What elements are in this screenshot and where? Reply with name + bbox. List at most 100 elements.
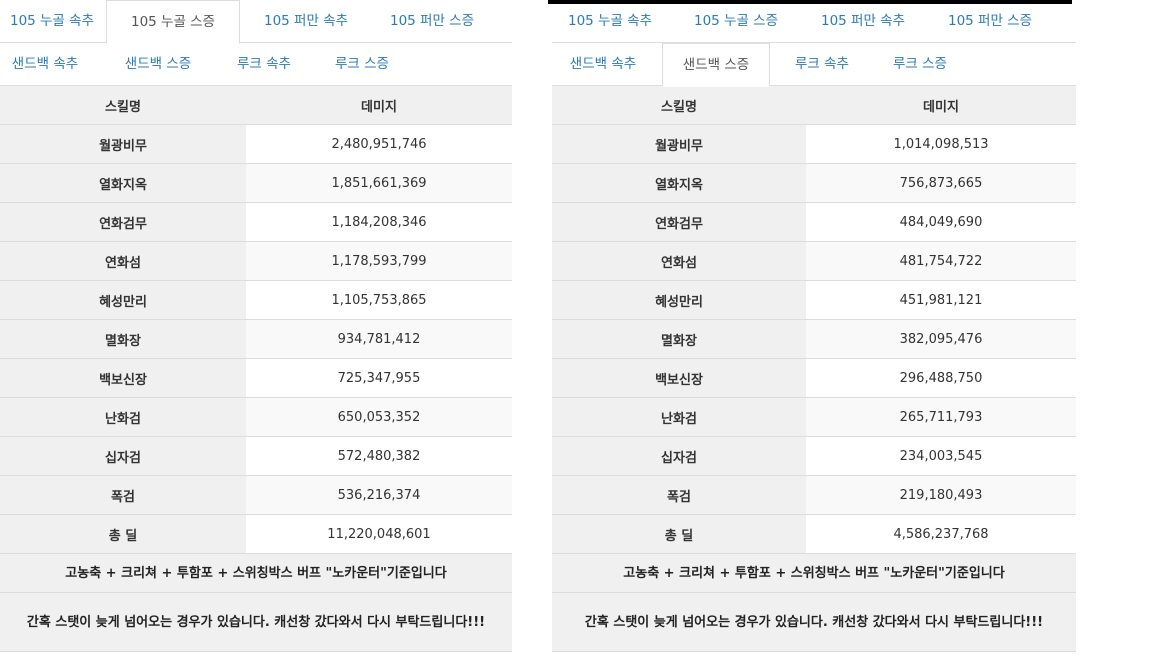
col-header-skill: 스킬명 bbox=[0, 86, 246, 125]
damage-value: 650,053,352 bbox=[246, 397, 512, 437]
skill-name: 백보신장 bbox=[0, 358, 246, 398]
damage-value: 572,480,382 bbox=[246, 436, 512, 476]
damage-value: 1,851,661,369 bbox=[246, 163, 512, 203]
table-row: 혜성만리 1,105,753,865 bbox=[0, 280, 512, 320]
tab-sandbag-sokchu[interactable]: 샌드백 속추 bbox=[0, 43, 90, 86]
tab-row-1: 105 누골 속추 105 누골 스증 105 퍼만 속추 105 퍼만 스증 bbox=[552, 0, 1076, 43]
tab-ruke-seujeung[interactable]: 루크 스증 bbox=[320, 43, 404, 86]
stat-delay-note: 간혹 스탯이 늦게 넘어오는 경우가 있습니다. 캐선창 갔다와서 다시 부탁드… bbox=[0, 592, 512, 652]
skill-name: 열화지옥 bbox=[0, 163, 246, 203]
table-header-row: 스킬명 데미지 bbox=[552, 86, 1076, 125]
skill-name: 백보신장 bbox=[552, 358, 806, 398]
tab-105-nugol-sokchu[interactable]: 105 누골 속추 bbox=[4, 0, 100, 43]
total-label: 총 딜 bbox=[0, 514, 246, 554]
tab-row-2: 샌드백 속추 샌드백 스증 루크 속추 루크 스증 bbox=[552, 43, 1076, 87]
damage-value: 265,711,793 bbox=[806, 397, 1076, 437]
damage-value: 1,105,753,865 bbox=[246, 280, 512, 320]
tab-105-pomman-seujeung[interactable]: 105 퍼만 스증 bbox=[932, 0, 1048, 43]
skill-name: 월광비무 bbox=[0, 124, 246, 164]
damage-value: 296,488,750 bbox=[806, 358, 1076, 398]
note-row: 간혹 스탯이 늦게 넘어오는 경우가 있습니다. 캐선창 갔다와서 다시 부탁드… bbox=[0, 592, 512, 652]
buff-note: 고농축 + 크리쳐 + 투함포 + 스위칭박스 버프 "노카운터"기준입니다 bbox=[552, 553, 1076, 593]
total-row: 총 딜 4,586,237,768 bbox=[552, 514, 1076, 554]
col-header-damage: 데미지 bbox=[246, 86, 512, 125]
table-row: 월광비무 1,014,098,513 bbox=[552, 124, 1076, 164]
table-header-row: 스킬명 데미지 bbox=[0, 86, 512, 125]
skill-name: 멸화장 bbox=[552, 319, 806, 359]
skill-name: 연화섬 bbox=[552, 241, 806, 281]
damage-value: 484,049,690 bbox=[806, 202, 1076, 242]
skill-name: 연화섬 bbox=[0, 241, 246, 281]
left-damage-panel: 105 누골 속추 105 누골 스증 105 퍼만 속추 105 퍼만 스증 … bbox=[0, 0, 512, 652]
table-row: 열화지옥 756,873,665 bbox=[552, 163, 1076, 203]
skill-name: 폭검 bbox=[552, 475, 806, 515]
table-row: 십자검 572,480,382 bbox=[0, 436, 512, 476]
tab-105-nugol-sokchu[interactable]: 105 누골 속추 bbox=[558, 0, 662, 43]
damage-value: 2,480,951,746 bbox=[246, 124, 512, 164]
tab-ruke-seujeung[interactable]: 루크 스증 bbox=[878, 43, 962, 86]
damage-value: 1,014,098,513 bbox=[806, 124, 1076, 164]
total-row: 총 딜 11,220,048,601 bbox=[0, 514, 512, 554]
tab-105-pomman-sokchu[interactable]: 105 퍼만 속추 bbox=[250, 0, 362, 43]
tab-105-pomman-sokchu[interactable]: 105 퍼만 속추 bbox=[808, 0, 918, 43]
tab-ruke-sokchu[interactable]: 루크 속추 bbox=[222, 43, 306, 86]
skill-name: 열화지옥 bbox=[552, 163, 806, 203]
damage-value: 234,003,545 bbox=[806, 436, 1076, 476]
table-row: 멸화장 934,781,412 bbox=[0, 319, 512, 359]
tab-105-nugol-seujeung[interactable]: 105 누골 스증 bbox=[106, 0, 240, 44]
tab-ruke-sokchu[interactable]: 루크 속추 bbox=[782, 43, 862, 86]
damage-value: 1,184,208,346 bbox=[246, 202, 512, 242]
table-row: 연화섬 481,754,722 bbox=[552, 241, 1076, 281]
table-row: 월광비무 2,480,951,746 bbox=[0, 124, 512, 164]
damage-table: 스킬명 데미지 월광비무 1,014,098,513 열화지옥 756,873,66… bbox=[552, 86, 1076, 652]
table-row: 연화검무 1,184,208,346 bbox=[0, 202, 512, 242]
tab-sandbag-seujeung[interactable]: 샌드백 스증 bbox=[108, 43, 208, 86]
table-row: 연화검무 484,049,690 bbox=[552, 202, 1076, 242]
tab-row-2: 샌드백 속추 샌드백 스증 루크 속추 루크 스증 bbox=[0, 43, 512, 86]
tab-sandbag-sokchu[interactable]: 샌드백 속추 bbox=[556, 43, 650, 86]
table-row: 폭검 536,216,374 bbox=[0, 475, 512, 515]
table-row: 난화검 265,711,793 bbox=[552, 397, 1076, 437]
right-damage-panel: 105 누골 속추 105 누골 스증 105 퍼만 속추 105 퍼만 스증 … bbox=[552, 0, 1076, 652]
skill-name: 십자검 bbox=[0, 436, 246, 476]
total-damage-value: 11,220,048,601 bbox=[246, 514, 512, 554]
table-row: 폭검 219,180,493 bbox=[552, 475, 1076, 515]
damage-value: 481,754,722 bbox=[806, 241, 1076, 281]
damage-value: 219,180,493 bbox=[806, 475, 1076, 515]
tab-105-nugol-seujeung[interactable]: 105 누골 스증 bbox=[680, 0, 792, 43]
damage-table: 스킬명 데미지 월광비무 2,480,951,746 열화지옥 1,851,661,… bbox=[0, 86, 512, 652]
table-row: 혜성만리 451,981,121 bbox=[552, 280, 1076, 320]
skill-name: 혜성만리 bbox=[552, 280, 806, 320]
stat-delay-note: 간혹 스탯이 늦게 넘어오는 경우가 있습니다. 캐선창 갔다와서 다시 부탁드… bbox=[552, 592, 1076, 652]
damage-value: 1,178,593,799 bbox=[246, 241, 512, 281]
total-damage-value: 4,586,237,768 bbox=[806, 514, 1076, 554]
table-row: 십자검 234,003,545 bbox=[552, 436, 1076, 476]
skill-name: 십자검 bbox=[552, 436, 806, 476]
skill-name: 연화검무 bbox=[0, 202, 246, 242]
col-header-skill: 스킬명 bbox=[552, 86, 806, 125]
table-row: 난화검 650,053,352 bbox=[0, 397, 512, 437]
total-label: 총 딜 bbox=[552, 514, 806, 554]
skill-name: 난화검 bbox=[0, 397, 246, 437]
skill-name: 연화검무 bbox=[552, 202, 806, 242]
col-header-damage: 데미지 bbox=[806, 86, 1076, 125]
skill-name: 월광비무 bbox=[552, 124, 806, 164]
table-row: 백보신장 725,347,955 bbox=[0, 358, 512, 398]
table-row: 연화섬 1,178,593,799 bbox=[0, 241, 512, 281]
damage-value: 536,216,374 bbox=[246, 475, 512, 515]
skill-name: 폭검 bbox=[0, 475, 246, 515]
damage-value: 756,873,665 bbox=[806, 163, 1076, 203]
buff-note: 고농축 + 크리쳐 + 투함포 + 스위칭박스 버프 "노카운터"기준입니다 bbox=[0, 553, 512, 593]
damage-value: 725,347,955 bbox=[246, 358, 512, 398]
table-row: 멸화장 382,095,476 bbox=[552, 319, 1076, 359]
damage-value: 382,095,476 bbox=[806, 319, 1076, 359]
note-row: 간혹 스탯이 늦게 넘어오는 경우가 있습니다. 캐선창 갔다와서 다시 부탁드… bbox=[552, 592, 1076, 652]
tab-105-pomman-seujeung[interactable]: 105 퍼만 스증 bbox=[372, 0, 492, 43]
table-row: 백보신장 296,488,750 bbox=[552, 358, 1076, 398]
skill-name: 혜성만리 bbox=[0, 280, 246, 320]
table-row: 열화지옥 1,851,661,369 bbox=[0, 163, 512, 203]
damage-value: 934,781,412 bbox=[246, 319, 512, 359]
tab-sandbag-seujeung[interactable]: 샌드백 스증 bbox=[662, 43, 770, 87]
damage-value: 451,981,121 bbox=[806, 280, 1076, 320]
skill-name: 멸화장 bbox=[0, 319, 246, 359]
